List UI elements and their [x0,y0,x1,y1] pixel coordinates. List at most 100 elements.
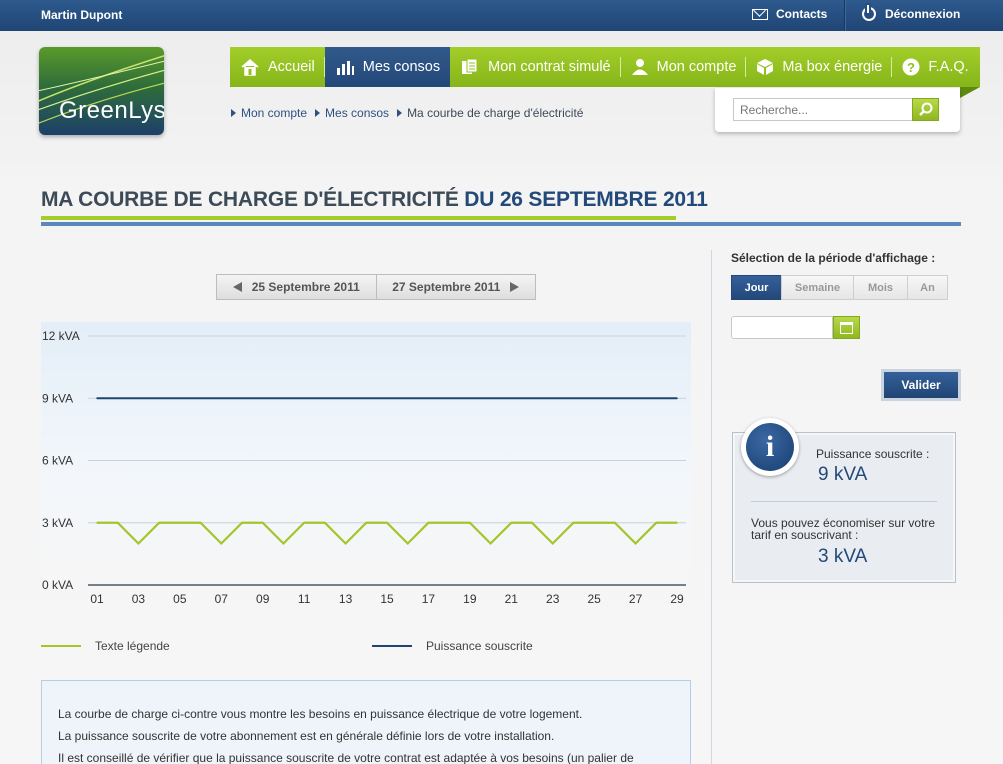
x-tick-label: 09 [256,592,270,606]
page-title-main: MA COURBE DE CHARGE D'ÉLECTRICITÉ [41,188,459,211]
info-icon: i [746,423,794,471]
data-point [655,397,658,400]
breadcrumb-mon-compte[interactable]: Mon compte [231,106,307,120]
data-point [137,397,140,400]
data-point [261,521,264,524]
y-tick-label: 12 kVA [42,329,80,343]
nav-tab-label: F.A.Q. [928,59,969,75]
x-tick-label: 05 [173,592,187,606]
greenlys-logo[interactable]: GreenLys [39,47,164,135]
nav-tab-label: Mon contrat simulé [488,59,611,75]
logout-link[interactable]: Déconnexion [862,5,961,21]
legend-item-series-1: Texte légende [41,639,170,653]
validate-button[interactable]: Valider [884,372,958,398]
period-button-mois[interactable]: Mois [853,275,908,300]
nav-tab-label: Mes consos [362,59,441,75]
period-button-jour[interactable]: Jour [731,275,782,300]
breadcrumb-mes-consos[interactable]: Mes consos [315,106,389,120]
subscribed-power-value: 9 kVA [818,464,868,485]
data-point [676,397,678,400]
legend-item-series-2: Puissance souscrite [372,639,533,653]
data-point [406,542,409,545]
x-tick-label: 17 [422,592,436,606]
x-tick-label: 07 [215,592,229,606]
data-point [241,397,243,400]
date-field[interactable] [731,316,833,339]
period-button-semaine[interactable]: Semaine [781,275,854,300]
data-point [510,521,513,524]
x-tick-label: 21 [505,592,519,606]
breadcrumb: Mon compte Mes consos Ma courbe de charg… [231,106,583,120]
legend-swatch-blue [372,645,412,647]
data-point [344,397,347,400]
arrow-right-icon [510,282,520,292]
data-point [427,397,430,400]
data-point [282,542,285,545]
nav-tab-accueil[interactable]: Accueil [230,47,325,87]
explanation-line: Il est conseillé de vérifier que la puis… [58,751,634,764]
nav-tab-box-energie[interactable]: Ma box énergie [746,47,893,87]
data-point [531,521,533,524]
logout-label: Déconnexion [885,7,961,21]
previous-day-button[interactable]: 25 Septembre 2011 [217,275,377,299]
x-tick-label: 13 [339,592,353,606]
search-button[interactable] [912,98,939,121]
next-day-button[interactable]: 27 Septembre 2011 [377,275,536,299]
data-point [365,397,368,400]
page-title-date: DU 26 SEPTEMBRE 2011 [464,188,708,211]
bar-chart-icon [336,61,354,75]
calendar-button[interactable] [833,316,860,339]
nav-tab-label: Mon compte [656,59,737,75]
data-point [303,397,305,400]
nav-tab-mon-compte[interactable]: Mon compte [621,47,747,87]
power-icon [862,5,876,21]
data-point [96,521,98,524]
data-point [427,521,430,524]
y-tick-label: 9 kVA [42,391,73,405]
validate-button-frame: Valider [881,369,961,401]
x-tick-label: 29 [670,592,684,606]
data-point [96,397,98,400]
data-point [116,521,119,524]
envelope-icon [752,8,768,20]
nav-tab-contrat-simule[interactable]: Mon contrat simulé [450,47,621,87]
search-input[interactable] [733,98,913,121]
data-point [179,521,181,524]
data-point [655,521,658,524]
box-icon [757,59,774,75]
previous-day-label: 25 Septembre 2011 [251,280,360,294]
data-point [282,397,285,400]
nav-tab-mes-consos[interactable]: Mes consos [324,47,451,87]
x-tick-label: 27 [629,592,643,606]
panel-divider [751,501,937,502]
series-line-consumption [97,521,677,546]
legend-swatch-green [41,645,81,647]
data-point [469,521,471,524]
explanation-box: La courbe de charge ci-contre vous montr… [41,680,691,764]
documents-icon [462,58,478,74]
x-tick-label: 23 [546,592,560,606]
contacts-link[interactable]: Contacts [752,7,827,21]
legend-label: Puissance souscrite [426,639,533,653]
data-point [365,521,368,524]
house-icon [241,59,259,76]
chart-svg: 0 kVA 3 kVA 6 kVA 9 kVA 12 kVA 01 03 05 07 09 11 13… [42,329,686,606]
legend-label: Texte légende [95,639,170,653]
data-point [241,521,243,524]
period-selection-title: Sélection de la période d'affichage : [731,251,936,265]
breadcrumb-current: Ma courbe de charge d'électricité [397,106,583,120]
data-point [344,542,347,545]
subscribed-power-label: Puissance souscrite : [816,447,930,461]
nav-tab-faq[interactable]: ? F.A.Q. [892,47,978,87]
next-day-label: 27 Septembre 2011 [392,280,501,294]
data-point [158,521,160,524]
y-tick-label: 0 kVA [42,578,73,592]
period-button-an[interactable]: An [907,275,948,300]
data-point [386,397,388,400]
title-underline-blue [41,222,961,226]
period-selector: Jour Semaine Mois An [731,275,948,300]
data-point [614,397,616,400]
search-panel [715,88,960,132]
calendar-icon [840,321,853,334]
data-point [261,397,264,400]
